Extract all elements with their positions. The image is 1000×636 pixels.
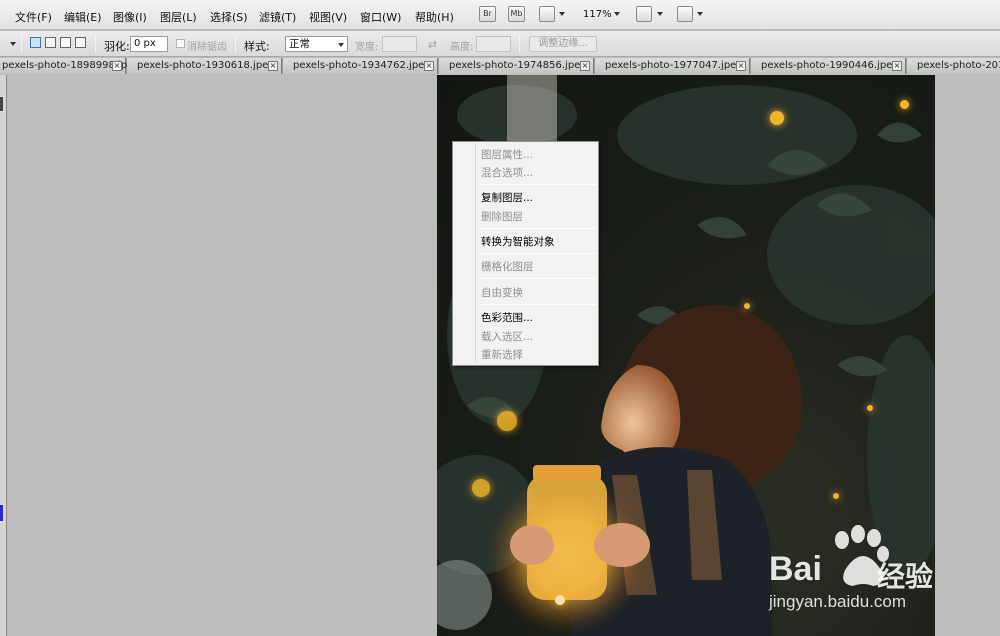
- menu-item-layer-properties[interactable]: 图层属性...: [481, 147, 533, 162]
- watermark-url: jingyan.baidu.com: [769, 592, 907, 611]
- tab-label: pexels-photo-1990446.jpeg: [761, 60, 899, 71]
- menu-divider: [478, 253, 596, 254]
- close-icon[interactable]: ×: [892, 61, 902, 71]
- menu-bar: 文件(F) 编辑(E) 图像(I) 图层(L) 选择(S) 滤镜(T) 视图(V…: [0, 0, 1000, 30]
- tab-label: pexels-photo-1930618.jpeg: [137, 60, 275, 71]
- menu-select[interactable]: 选择(S): [210, 9, 248, 25]
- menu-divider: [478, 278, 596, 279]
- intersect-selection-icon[interactable]: [75, 37, 86, 48]
- menu-item-blending-options[interactable]: 混合选项...: [481, 165, 533, 180]
- arrange-documents-icon[interactable]: [636, 6, 652, 22]
- bokeh-light: [744, 303, 750, 309]
- view-extras-icon[interactable]: [539, 6, 555, 22]
- swap-icon[interactable]: ⇄: [428, 38, 437, 51]
- screen-mode-icon[interactable]: [677, 6, 693, 22]
- document-tab[interactable]: pexels-photo-1990446.jpeg ×: [751, 58, 906, 74]
- menu-item-convert-to-smart-object[interactable]: 转换为智能对象: [481, 234, 555, 249]
- height-input[interactable]: [476, 36, 511, 52]
- menu-divider: [478, 184, 596, 185]
- menu-window[interactable]: 窗口(W): [360, 9, 401, 25]
- chevron-down-icon[interactable]: [338, 43, 344, 47]
- mini-bridge-icon[interactable]: Mb: [508, 6, 525, 22]
- menu-item-reselect[interactable]: 重新选择: [481, 347, 523, 362]
- menu-item-duplicate-layer[interactable]: 复制图层...: [481, 190, 533, 205]
- document-tab[interactable]: pexels-photo-1934762.jpeg ×: [283, 58, 438, 74]
- menu-gutter: [475, 144, 476, 363]
- tab-label: pexels-photo-1934762.jpeg: [293, 60, 431, 71]
- menu-item-load-selection[interactable]: 载入选区...: [481, 329, 533, 344]
- new-selection-icon[interactable]: [30, 37, 41, 48]
- subtract-from-selection-icon[interactable]: [60, 37, 71, 48]
- baidu-jingyan-watermark: Bai 经验 jingyan.baidu.com: [765, 520, 995, 620]
- document-tab[interactable]: pexels-photo-1974856.jpeg ×: [439, 58, 594, 74]
- divider: [95, 35, 96, 53]
- menu-filter[interactable]: 滤镜(T): [259, 9, 296, 25]
- document-tab[interactable]: pexels-photo-2010: [907, 58, 1000, 74]
- menu-view[interactable]: 视图(V): [309, 9, 347, 25]
- close-icon[interactable]: ×: [112, 61, 122, 71]
- chevron-down-icon[interactable]: [697, 12, 703, 16]
- bokeh-light: [770, 111, 784, 125]
- tab-label: pexels-photo-2010: [917, 60, 1000, 71]
- bokeh-light: [833, 493, 839, 499]
- menu-image[interactable]: 图像(I): [113, 9, 147, 25]
- antialias-label: 消除锯齿: [187, 42, 227, 53]
- height-label: 高度:: [450, 42, 474, 53]
- menu-item-delete-layer[interactable]: 删除图层: [481, 209, 523, 224]
- width-input[interactable]: [382, 36, 417, 52]
- document-tab-bar: pexels-photo-1898998.jpeg × pexels-photo…: [0, 58, 1000, 74]
- bokeh-light: [900, 100, 909, 109]
- divider: [519, 35, 520, 53]
- tab-label: pexels-photo-1977047.jpeg: [605, 60, 743, 71]
- antialias-checkbox[interactable]: [176, 39, 185, 48]
- close-icon[interactable]: ×: [424, 61, 434, 71]
- document-tab[interactable]: pexels-photo-1977047.jpeg ×: [595, 58, 750, 74]
- tool-marker[interactable]: [0, 97, 3, 111]
- refine-edge-button[interactable]: 调整边缘...: [529, 36, 597, 52]
- menu-file[interactable]: 文件(F): [15, 9, 52, 25]
- menu-divider: [478, 304, 596, 305]
- tool-preset-chevron-icon[interactable]: [10, 42, 16, 46]
- bridge-icon[interactable]: Br: [479, 6, 496, 22]
- bokeh-light: [497, 411, 517, 431]
- menu-divider: [478, 228, 596, 229]
- add-to-selection-icon[interactable]: [45, 37, 56, 48]
- width-label: 宽度:: [355, 42, 379, 53]
- menu-item-free-transform[interactable]: 自由变换: [481, 285, 523, 300]
- tab-label: pexels-photo-1974856.jpeg: [449, 60, 587, 71]
- watermark-brand: Bai: [769, 550, 822, 588]
- bokeh-light: [472, 479, 490, 497]
- document-tab[interactable]: pexels-photo-1898998.jpeg ×: [0, 58, 140, 74]
- menu-help[interactable]: 帮助(H): [415, 9, 454, 25]
- menu-edit[interactable]: 编辑(E): [64, 9, 102, 25]
- divider: [235, 35, 236, 53]
- divider: [21, 35, 22, 53]
- menu-item-color-range[interactable]: 色彩范围...: [481, 310, 533, 325]
- active-tool-marker[interactable]: [0, 505, 3, 521]
- options-bar: 羽化: 0 px 消除锯齿 样式: 正常 宽度: ⇄ 高度: 调整边缘...: [0, 31, 1000, 57]
- close-icon[interactable]: ×: [268, 61, 278, 71]
- bokeh-light: [555, 595, 565, 605]
- menu-item-rasterize-layer[interactable]: 栅格化图层: [481, 259, 534, 274]
- chevron-down-icon[interactable]: [559, 12, 565, 16]
- menu-layer[interactable]: 图层(L): [160, 9, 197, 25]
- chevron-down-icon[interactable]: [657, 12, 663, 16]
- chevron-down-icon[interactable]: [614, 12, 620, 16]
- document-tab[interactable]: pexels-photo-1930618.jpeg ×: [127, 58, 282, 74]
- tools-panel: [0, 75, 7, 636]
- close-icon[interactable]: ×: [736, 61, 746, 71]
- zoom-level[interactable]: 117%: [583, 9, 612, 20]
- close-icon[interactable]: ×: [580, 61, 590, 71]
- feather-label: 羽化:: [104, 40, 130, 53]
- bokeh-light: [867, 405, 873, 411]
- feather-input[interactable]: 0 px: [130, 36, 168, 52]
- layer-context-menu: 图层属性... 混合选项... 复制图层... 删除图层 转换为智能对象 栅格化…: [452, 141, 599, 366]
- style-label: 样式:: [244, 40, 270, 53]
- watermark-brand-suffix: 经验: [877, 560, 934, 593]
